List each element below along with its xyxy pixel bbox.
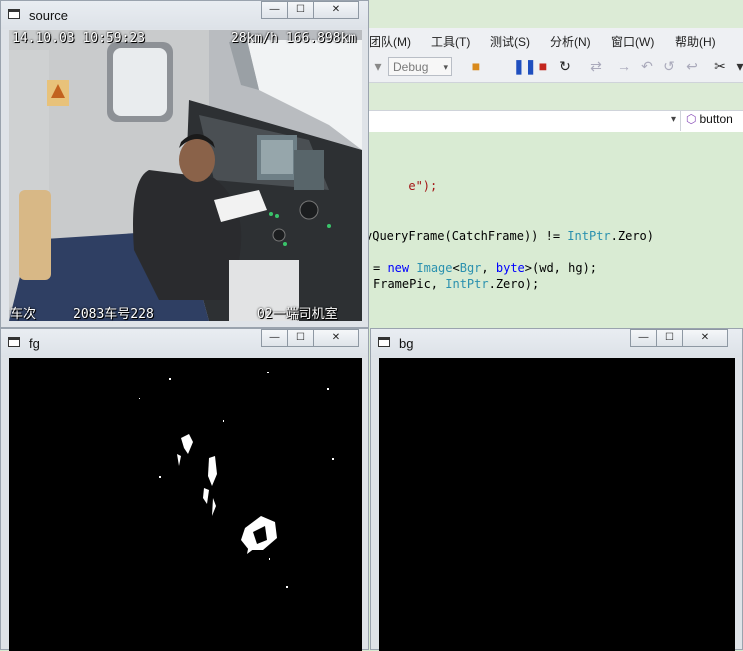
fg-title-bar[interactable]: fg — ☐ ✕ xyxy=(1,329,368,357)
pause-icon[interactable]: ❚❚ xyxy=(513,58,536,74)
step-back-icon[interactable]: ↩ xyxy=(684,58,700,74)
window-title: fg xyxy=(29,336,40,351)
show-next-statement-icon[interactable]: ⇄ xyxy=(588,58,604,74)
solution-config-label: Debug xyxy=(393,60,429,74)
cab-camera-image xyxy=(9,30,362,321)
member-dropdown-label: button xyxy=(699,112,733,126)
maximize-button[interactable]: ☐ xyxy=(287,329,314,347)
menu-window[interactable]: 窗口(W) xyxy=(611,33,654,50)
stop-icon[interactable]: ■ xyxy=(535,58,551,74)
window-title: bg xyxy=(399,336,414,351)
osd-datetime: 14.10.03 10:59:23 xyxy=(12,31,146,46)
attach-process-icon[interactable]: ■ xyxy=(468,58,484,74)
member-dropdown[interactable]: ⬡ button xyxy=(686,112,733,126)
exception-settings-icon[interactable]: ✂ xyxy=(712,58,728,74)
method-cube-icon: ⬡ xyxy=(686,112,697,126)
window-app-icon xyxy=(8,337,20,347)
toolbar-overflow-icon[interactable]: ▾ xyxy=(732,58,743,74)
osd-speed-distance: 28km/h 166.898km xyxy=(231,31,357,46)
minimize-button[interactable]: — xyxy=(630,329,657,347)
code-line: vQueryFrame(CatchFrame)) != IntPtr.Zero) xyxy=(365,229,655,243)
maximize-button[interactable]: ☐ xyxy=(656,329,683,347)
close-button[interactable]: ✕ xyxy=(313,1,359,19)
bg-window[interactable]: bg — ☐ ✕ xyxy=(370,328,743,651)
menu-help[interactable]: 帮助(H) xyxy=(675,33,716,50)
menu-team[interactable]: 团队(M) xyxy=(369,33,411,50)
fg-window[interactable]: fg — ☐ ✕ xyxy=(0,328,369,651)
window-title: source xyxy=(29,8,69,23)
menu-test[interactable]: 测试(S) xyxy=(490,33,530,50)
maximize-button[interactable]: ☐ xyxy=(287,1,314,19)
menu-tools[interactable]: 工具(T) xyxy=(431,33,470,50)
close-button[interactable]: ✕ xyxy=(313,329,359,347)
osd-train-label: 车次 xyxy=(10,307,37,321)
restart-icon[interactable]: ↻ xyxy=(557,58,573,74)
minimize-button[interactable]: — xyxy=(261,329,288,347)
step-into-icon[interactable]: → xyxy=(616,58,632,74)
type-dropdown[interactable]: ▾ xyxy=(368,111,681,131)
code-line: = new Image<Bgr, byte>(wd, hg); xyxy=(373,261,598,275)
foreground-mask-image xyxy=(9,358,362,651)
code-line: FramePic, IntPtr.Zero); xyxy=(373,277,540,291)
step-out-icon[interactable]: ↺ xyxy=(661,58,677,74)
dropdown-arrow-icon[interactable]: ▾ xyxy=(370,58,386,74)
chevron-down-icon: ▾ xyxy=(670,114,676,125)
code-line: e"); xyxy=(408,179,438,193)
close-button[interactable]: ✕ xyxy=(682,329,728,347)
minimize-button[interactable]: — xyxy=(261,1,288,19)
source-video-frame: 14.10.03 10:59:23 28km/h 166.898km 车次 20… xyxy=(9,30,362,321)
osd-cab-position: 02一端司机室 xyxy=(257,307,338,321)
background-model-frame xyxy=(379,358,735,651)
bg-title-bar[interactable]: bg — ☐ ✕ xyxy=(371,329,742,357)
osd-train-number: 2083车号228 xyxy=(73,307,154,321)
source-title-bar[interactable]: source — ☐ ✕ xyxy=(1,1,368,29)
menu-analyze[interactable]: 分析(N) xyxy=(550,33,591,50)
window-app-icon xyxy=(8,9,20,19)
source-window[interactable]: source — ☐ ✕ 14.10.03 10:59:23 28km/h 16… xyxy=(0,0,369,328)
chevron-down-icon: ▾ xyxy=(443,62,448,72)
solution-config-dropdown[interactable]: Debug ▾ xyxy=(388,57,452,76)
step-over-icon[interactable]: ↶ xyxy=(639,58,655,74)
window-app-icon xyxy=(378,337,390,347)
foreground-mask-frame xyxy=(9,358,362,651)
